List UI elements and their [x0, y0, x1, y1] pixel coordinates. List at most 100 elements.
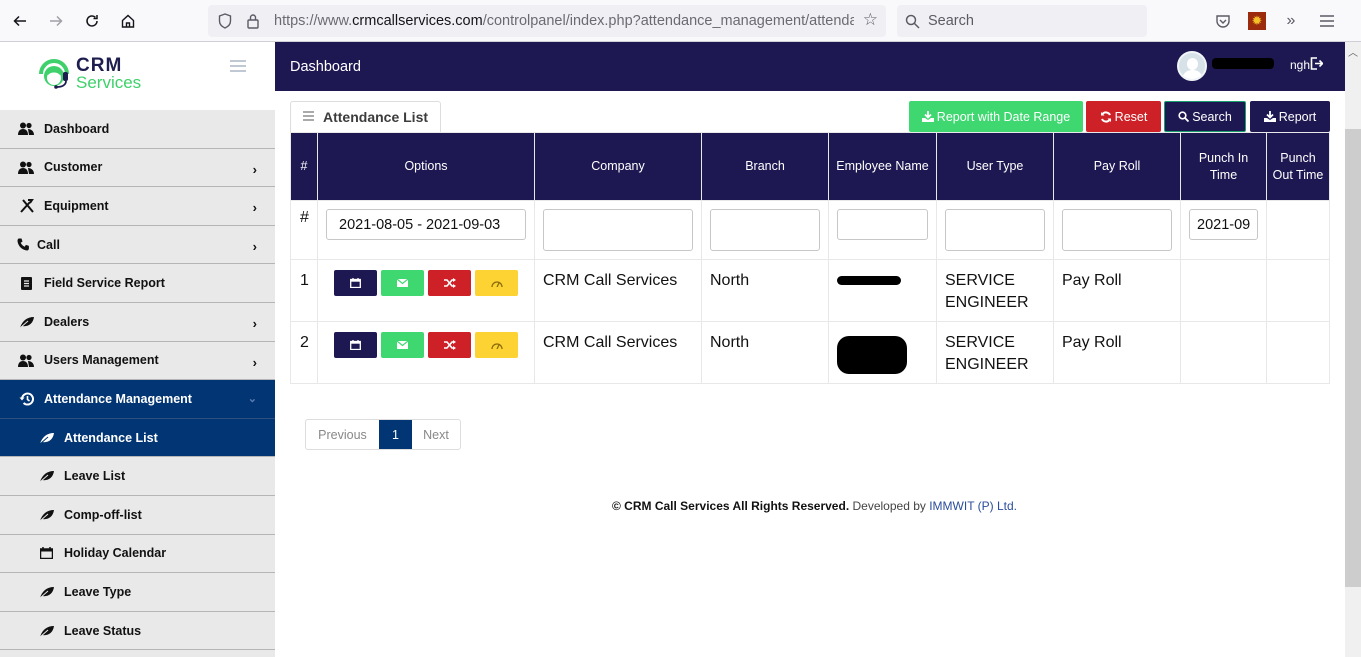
user-type-filter-input[interactable]: [945, 209, 1045, 251]
sidebar-item-customer[interactable]: Customer ›: [0, 149, 275, 188]
speedometer-button[interactable]: [475, 270, 518, 296]
pagination-page-1[interactable]: 1: [379, 420, 412, 449]
email-button[interactable]: [381, 270, 424, 296]
pay-roll-filter-input[interactable]: [1062, 209, 1172, 251]
logo-services-text: Services: [76, 73, 142, 92]
email-button[interactable]: [381, 332, 424, 358]
employee-name-filter-input[interactable]: [837, 209, 928, 240]
pagination-next[interactable]: Next: [412, 420, 460, 449]
action-toolbar: Report with Date Range Reset Search Repo…: [909, 101, 1330, 132]
users-icon: [17, 354, 35, 367]
sidebar-subitem-leave-list[interactable]: Leave List: [0, 457, 275, 496]
leaf-icon: [37, 586, 55, 598]
shuffle-button[interactable]: [428, 332, 471, 358]
scrollbar-thumb[interactable]: [1345, 129, 1361, 587]
sidebar-item-dashboard[interactable]: Dashboard: [0, 110, 275, 149]
speedometer-button[interactable]: [475, 332, 518, 358]
user-type-cell: SERVICE ENGINEER: [936, 321, 1054, 384]
sidebar-item-label: Customer: [44, 160, 103, 175]
speedometer-icon: [490, 343, 503, 349]
col-header-num[interactable]: #: [290, 132, 318, 201]
sidebar-item-users-management[interactable]: Users Management ›: [0, 342, 275, 381]
url-bar[interactable]: https://www.crmcallservices.com/controlp…: [208, 5, 886, 37]
redacted-employee-name: [837, 276, 901, 285]
punch-in-cell: [1180, 321, 1267, 384]
shuffle-button[interactable]: [428, 270, 471, 296]
calendar-icon: [350, 340, 361, 350]
pay-roll-cell: Pay Roll: [1053, 321, 1181, 384]
sidebar-subitem-leave-status[interactable]: Leave Status: [0, 612, 275, 651]
date-range-filter-input[interactable]: [326, 209, 526, 240]
search-icon: [905, 14, 920, 29]
col-header-pay-roll[interactable]: Pay Roll: [1053, 132, 1181, 201]
scroll-up-icon[interactable]: ︿: [1348, 44, 1358, 59]
calendar-icon: [37, 547, 55, 560]
col-header-punch-out[interactable]: Punch Out Time: [1266, 132, 1330, 201]
col-header-employee-name[interactable]: Employee Name: [828, 132, 937, 201]
sidebar-item-equipment[interactable]: Equipment ›: [0, 187, 275, 226]
company-filter-input[interactable]: [543, 209, 693, 251]
sidebar-subitem-leave-type[interactable]: Leave Type: [0, 573, 275, 612]
sidebar: CRM Services Dashboard Customer › Equipm…: [0, 42, 275, 657]
logo[interactable]: CRM Services: [36, 56, 141, 91]
redacted-user-name: [1212, 58, 1274, 69]
panel-tab-attendance-list[interactable]: Attendance List: [290, 101, 441, 132]
col-header-branch[interactable]: Branch: [701, 132, 829, 201]
employee-name-cell: [828, 321, 937, 384]
col-header-punch-in[interactable]: Punch In Time: [1180, 132, 1267, 201]
sidebar-item-field-service-report[interactable]: Field Service Report: [0, 264, 275, 303]
pocket-icon[interactable]: [1212, 10, 1234, 32]
footer-developer-link[interactable]: IMMWIT (P) Ltd.: [929, 499, 1017, 513]
menu-icon[interactable]: [1316, 10, 1338, 32]
lock-icon: [242, 13, 264, 29]
download-icon: [1263, 111, 1276, 122]
arrow-right-icon: [50, 15, 63, 26]
logout-icon[interactable]: [1310, 57, 1324, 73]
history-icon: [17, 392, 35, 406]
filter-row: #: [290, 200, 1330, 260]
header-title: Dashboard: [290, 59, 361, 75]
browser-search-input[interactable]: Search: [897, 5, 1147, 37]
envelope-icon: [397, 279, 408, 287]
company-cell: CRM Call Services: [534, 259, 702, 322]
sidebar-subitem-holiday-calendar[interactable]: Holiday Calendar: [0, 535, 275, 574]
employee-name-cell: [828, 259, 937, 322]
sidebar-item-attendance-management[interactable]: Attendance Management ⌄: [0, 380, 275, 419]
company-cell: CRM Call Services: [534, 321, 702, 384]
extension-icon[interactable]: ✹: [1248, 12, 1266, 30]
report-button[interactable]: Report: [1250, 101, 1330, 132]
forward-button[interactable]: [38, 0, 74, 42]
overflow-chevrons-icon[interactable]: »: [1280, 10, 1302, 32]
avatar[interactable]: [1177, 51, 1207, 81]
reset-button[interactable]: Reset: [1086, 101, 1161, 132]
search-icon: [1178, 111, 1190, 122]
punch-in-filter-input[interactable]: [1189, 209, 1258, 240]
sidebar-item-label: Holiday Calendar: [64, 546, 167, 561]
search-button[interactable]: Search: [1164, 101, 1246, 132]
headset-agent-icon: [39, 58, 69, 89]
sidebar-subitem-comp-off-list[interactable]: Comp-off-list: [0, 496, 275, 535]
report-date-range-button[interactable]: Report with Date Range: [909, 101, 1083, 132]
bookmark-star-icon[interactable]: ☆: [863, 10, 878, 30]
arrow-left-icon: [13, 15, 26, 26]
shuffle-icon: [443, 278, 456, 288]
sidebar-toggle-button[interactable]: [230, 60, 246, 75]
calendar-button[interactable]: [334, 270, 377, 296]
search-placeholder: Search: [928, 13, 974, 29]
home-button[interactable]: [110, 0, 146, 42]
sidebar-item-dealers[interactable]: Dealers ›: [0, 303, 275, 342]
col-header-options[interactable]: Options: [317, 132, 535, 201]
back-button[interactable]: [2, 0, 38, 42]
sidebar-item-call[interactable]: Call ›: [0, 226, 275, 265]
col-header-user-type[interactable]: User Type: [936, 132, 1054, 201]
sidebar-item-label: Leave Type: [64, 584, 132, 599]
col-header-company[interactable]: Company: [534, 132, 702, 201]
page-scrollbar[interactable]: ︿: [1345, 42, 1361, 657]
pagination-previous[interactable]: Previous: [306, 420, 379, 449]
reload-button[interactable]: [74, 0, 110, 42]
users-icon: [17, 161, 35, 174]
sidebar-subitem-attendance-list[interactable]: Attendance List: [0, 418, 275, 458]
branch-filter-input[interactable]: [710, 209, 820, 251]
calendar-button[interactable]: [334, 332, 377, 358]
sidebar-item-label: Leave List: [64, 469, 126, 484]
